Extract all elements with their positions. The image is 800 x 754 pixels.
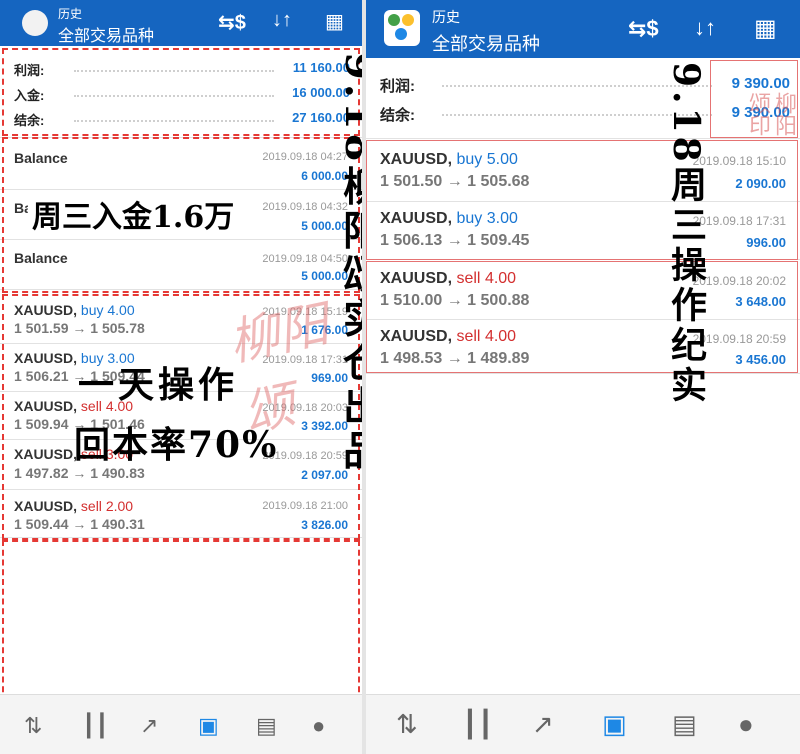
trade-icon[interactable]: ↗ (140, 713, 158, 739)
annotation-box (2, 48, 360, 136)
vertical-note-right: 9.18周三操作纪实 (665, 62, 707, 406)
highlight-box-sells (366, 261, 798, 373)
chat-icon[interactable]: ● (738, 709, 754, 740)
annotation-box (2, 540, 360, 702)
bottom-nav: ⇅ ┃┃ ↗ ▣ ▤ ● (366, 694, 800, 754)
calendar-icon[interactable]: ▦ (325, 9, 344, 34)
left-history-panel: 历史 全部交易品种 ⇆$ ↓↑ ▦ 利润: 11 160.00 入金: 16 0… (0, 0, 362, 754)
sort-icon[interactable]: ↓↑ (272, 9, 292, 32)
news-icon[interactable]: ▤ (672, 709, 697, 740)
quotes-icon[interactable]: ⇅ (24, 713, 42, 739)
vertical-note-left: 9.18柳阳颂实仓出品 (336, 52, 362, 474)
chart-icon[interactable]: ┃┃ (82, 713, 109, 739)
divider (366, 138, 800, 139)
quotes-icon[interactable]: ⇅ (396, 709, 418, 740)
header-title-small: 历史 (58, 7, 83, 21)
header-symbol-filter[interactable]: 全部交易品种 (432, 30, 540, 56)
right-history-panel: 历史 全部交易品种 ⇆$ ↓↑ ▦ 利润: 9 390.00 结余: 9 390… (366, 0, 800, 754)
calendar-icon[interactable]: ▦ (754, 14, 777, 43)
seal-stamp: 柳阳 颂印 (745, 92, 796, 136)
day-note-line1: 一天操作 (78, 364, 239, 406)
trade-icon[interactable]: ↗ (532, 709, 554, 740)
header-symbol-filter[interactable]: 全部交易品种 (58, 22, 154, 46)
chart-icon[interactable]: ┃┃ (462, 709, 493, 740)
bottom-nav: ⇅ ┃┃ ↗ ▣ ▤ ● (0, 694, 362, 754)
highlight-box-buys (366, 140, 798, 260)
top-app-bar: 历史 全部交易品种 ⇆$ ↓↑ ▦ (366, 0, 800, 58)
history-icon[interactable]: ▣ (198, 713, 219, 739)
day-note-line2: 回本率70% (74, 424, 279, 466)
history-icon[interactable]: ▣ (602, 709, 627, 740)
sort-icon[interactable]: ↓↑ (694, 15, 716, 41)
top-app-bar: 历史 全部交易品种 ⇆$ ↓↑ ▦ (0, 0, 362, 46)
currency-swap-icon[interactable]: ⇆$ (218, 10, 246, 35)
deposit-note: 周三入金1.6万 (28, 192, 239, 236)
chat-icon[interactable]: ● (312, 713, 325, 739)
header-title-small: 历史 (432, 9, 460, 25)
currency-swap-icon[interactable]: ⇆$ (628, 16, 659, 42)
app-logo (22, 10, 48, 36)
news-icon[interactable]: ▤ (256, 713, 277, 739)
metatrader-logo (384, 10, 420, 46)
